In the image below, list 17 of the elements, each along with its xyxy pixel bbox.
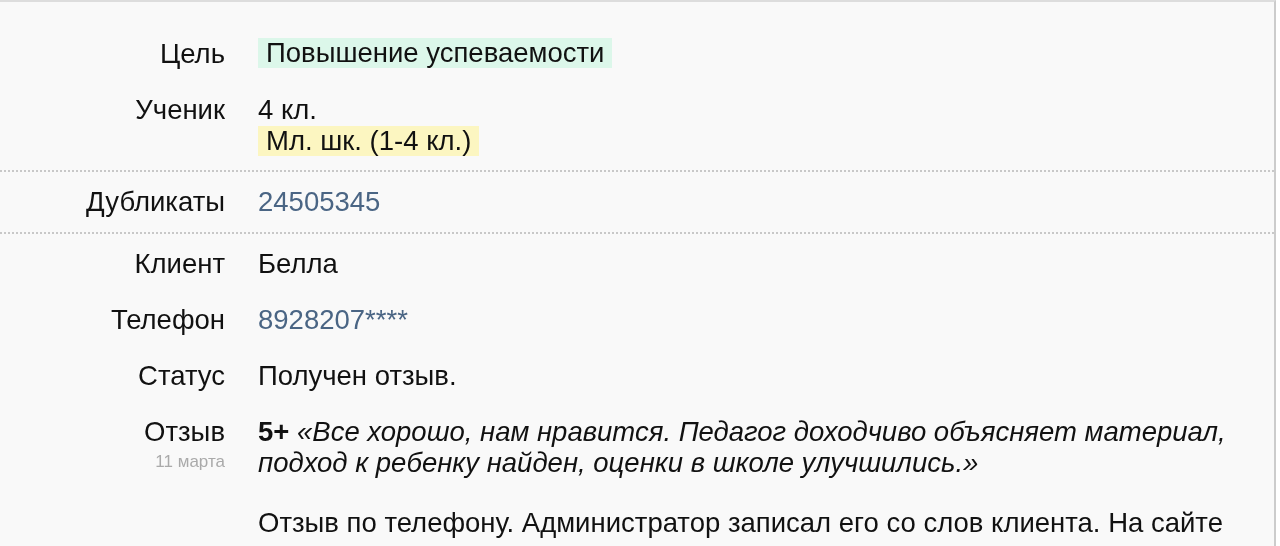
tag: Повышение успеваемости [258,38,613,68]
field-label: Дубликаты [86,186,225,218]
field-label: Ученик [135,94,225,126]
field-label: Цель [159,38,225,70]
review-text: 5+ «Все хорошо, нам нравится. Педагог доходчиво объясняет материал, подход к ребенку найден, оценки в школе улучшились.» [258,416,1227,478]
value-link[interactable]: 8928207**** [258,304,408,336]
field-label: Телефон [110,304,225,336]
date-text: 11 марта [155,452,225,472]
field-label: Клиент [134,248,225,280]
field-value: 4 кл. [258,94,317,126]
field-value: Получен отзыв. [258,360,457,392]
field-value: Белла [258,248,338,280]
field-label: Статус [138,360,225,392]
value-link[interactable]: 24505345 [258,186,381,218]
field-label: Отзыв [144,416,225,448]
note-text: Отзыв по телефону. Администратор записал его со слов клиента. На сайте [258,507,1223,538]
tag: Мл. шк. (1-4 кл.) [258,126,480,156]
